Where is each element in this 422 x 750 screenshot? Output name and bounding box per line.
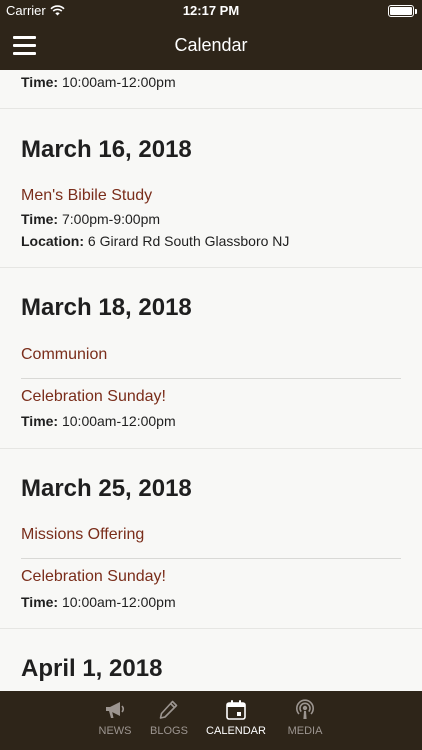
tab-blogs[interactable]: BLOGS [134,699,204,737]
section-divider [0,628,422,629]
time-value: 10:00am-12:00pm [61,594,176,610]
event-time-row: Time: 10:00am-12:00pm [21,74,176,90]
time-label: Time: [21,74,59,90]
event-title[interactable]: Celebration Sunday! [21,568,166,586]
section-divider [0,267,422,268]
event-title[interactable]: Men's Bibile Study [21,187,152,205]
tab-label: BLOGS [150,725,188,737]
calendar-icon [226,700,246,720]
battery-icon [388,5,417,17]
tab-label: NEWS [98,725,132,737]
section-divider [0,448,422,449]
date-heading: March 18, 2018 [21,294,192,321]
event-divider [21,558,401,559]
tab-label: CALENDAR [206,725,266,737]
time-label: Time: [21,211,59,227]
event-location-row: Location: 6 Girard Rd South Glassboro NJ [21,233,289,249]
status-bar: Carrier 12:17 PM [0,0,422,22]
event-time-row: Time: 7:00pm-9:00pm [21,211,160,227]
event-title[interactable]: Celebration Sunday! [21,388,166,406]
time-value: 10:00am-12:00pm [61,74,176,90]
event-time-row: Time: 10:00am-12:00pm [21,413,176,429]
event-title[interactable]: Communion [21,346,107,364]
event-title[interactable]: Missions Offering [21,526,144,544]
time-value: 7:00pm-9:00pm [61,211,161,227]
megaphone-icon [106,702,125,718]
tab-bar: NEWS BLOGS CALENDAR MEDIA [0,691,422,750]
location-value: 6 Girard Rd South Glassboro NJ [87,233,290,249]
status-time: 12:17 PM [182,3,240,18]
tab-label: MEDIA [287,725,323,737]
page-title: Calendar [174,35,248,55]
nav-bar: Calendar [0,22,422,70]
date-heading: March 16, 2018 [21,136,192,163]
event-time-row: Time: 10:00am-12:00pm [21,594,176,610]
calendar-list[interactable]: Time: 10:00am-12:00pm March 16, 2018 Men… [0,70,422,691]
time-label: Time: [21,413,59,429]
pencil-icon [159,700,178,719]
location-label: Location: [21,233,84,249]
tab-media[interactable]: MEDIA [270,699,340,737]
date-heading: April 1, 2018 [21,655,163,682]
time-label: Time: [21,594,59,610]
event-divider [21,378,401,379]
section-divider [0,108,422,109]
podcast-icon [296,699,314,719]
date-heading: March 25, 2018 [21,475,192,502]
time-value: 10:00am-12:00pm [61,413,176,429]
tab-calendar[interactable]: CALENDAR [201,699,271,737]
